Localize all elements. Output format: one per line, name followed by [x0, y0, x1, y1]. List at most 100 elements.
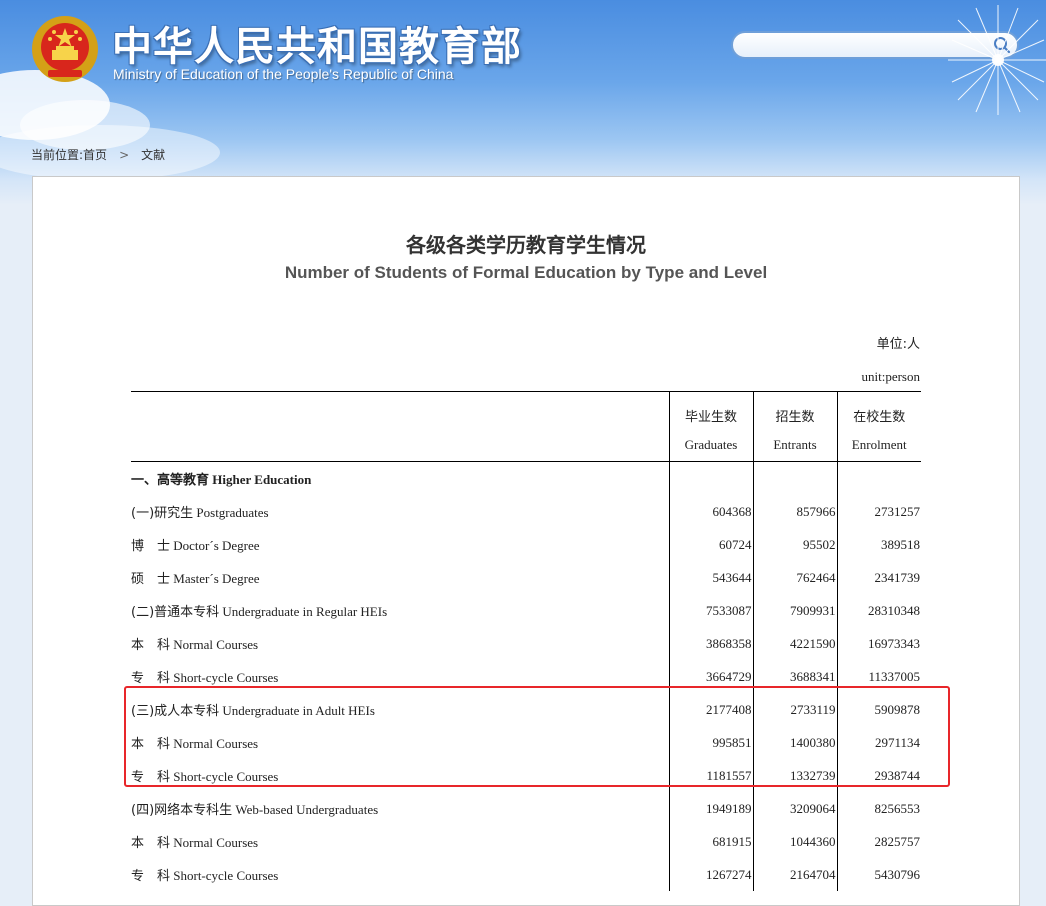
cell-enrolment: 2731257 [836, 495, 921, 528]
column-header-enrolment-cn: 在校生数 [836, 391, 921, 428]
cell-enrolment: 8256553 [836, 792, 921, 825]
table-row: 专 科 Short-cycle Courses 3664729 3688341 … [131, 660, 921, 693]
row-label-cn: 本 科 [131, 836, 171, 851]
table-row: (二)普通本专科 Undergraduate in Regular HEIs 7… [131, 594, 921, 627]
cell-graduates: 1949189 [668, 792, 753, 825]
row-label-cn: 专 科 [131, 869, 171, 884]
row-label: 本 科 Normal Courses [131, 825, 669, 858]
row-label-cn: (四)网络本专科生 [131, 803, 233, 818]
cell-entrants: 7909931 [752, 594, 837, 627]
column-header-graduates-cn: 毕业生数 [668, 391, 753, 428]
row-label: (一)研究生 Postgraduates [131, 495, 669, 528]
cell-enrolment: 11337005 [836, 660, 921, 693]
cell-enrolment: 2938744 [836, 759, 921, 792]
table-row: (一)研究生 Postgraduates 604368 857966 27312… [131, 495, 921, 528]
row-label-en: Short-cycle Courses [173, 670, 279, 685]
row-label-en: Short-cycle Courses [173, 868, 279, 883]
unit-label-en: unit:person [861, 369, 921, 384]
table-row: 硕 士 Master´s Degree 543644 762464 234173… [131, 561, 921, 594]
table-header-empty [131, 428, 669, 462]
cell-enrolment [836, 461, 921, 495]
row-label-en: Short-cycle Courses [173, 769, 279, 784]
row-label: 本 科 Normal Courses [131, 726, 669, 759]
table-header-row: Graduates Entrants Enrolment [131, 428, 921, 462]
breadcrumb-prefix: 当前位置: [31, 148, 84, 162]
row-label: 专 科 Short-cycle Courses [131, 759, 669, 792]
row-label-en: Higher Education [212, 472, 312, 487]
row-label-en: Doctor´s Degree [173, 538, 260, 553]
breadcrumb-documents-link[interactable]: 文献 [141, 146, 165, 163]
cell-enrolment: 2971134 [836, 726, 921, 759]
row-label: 博 士 Doctor´s Degree [131, 528, 669, 561]
column-header-graduates-en: Graduates [668, 428, 753, 462]
row-label: 专 科 Short-cycle Courses [131, 858, 669, 891]
cell-enrolment: 16973343 [836, 627, 921, 660]
cell-graduates: 7533087 [668, 594, 753, 627]
cell-entrants: 4221590 [752, 627, 837, 660]
site-title-cn[interactable]: 中华人民共和国教育部 [112, 14, 522, 72]
row-label-cn: 专 科 [131, 770, 171, 785]
dandelion-decoration-icon [948, 5, 1046, 115]
row-label: 专 科 Short-cycle Courses [131, 660, 669, 693]
row-label-en: Normal Courses [173, 637, 259, 652]
table-row: (三)成人本专科 Undergraduate in Adult HEIs 217… [131, 693, 921, 726]
cell-graduates: 1267274 [668, 858, 753, 891]
cell-graduates: 3664729 [668, 660, 753, 693]
cell-enrolment: 2341739 [836, 561, 921, 594]
cell-entrants: 762464 [752, 561, 837, 594]
site-title-en[interactable]: Ministry of Education of the People's Re… [113, 66, 453, 82]
cell-graduates: 3868358 [668, 627, 753, 660]
row-label-en: Undergraduate in Adult HEIs [222, 703, 375, 718]
row-label-en: Postgraduates [196, 505, 269, 520]
table-row: 本 科 Normal Courses 3868358 4221590 16973… [131, 627, 921, 660]
national-emblem-icon[interactable] [30, 14, 100, 84]
row-label-en: Undergraduate in Regular HEIs [222, 604, 388, 619]
document-title-en: Number of Students of Formal Education b… [284, 263, 768, 282]
table-row: 一、高等教育 Higher Education [131, 461, 921, 496]
cell-entrants [752, 461, 837, 495]
row-label-cn: 一、高等教育 [131, 473, 210, 488]
row-label: (二)普通本专科 Undergraduate in Regular HEIs [131, 594, 669, 627]
column-header-enrolment-en: Enrolment [836, 428, 921, 462]
unit-label-cn: 单位:人 [876, 337, 920, 352]
row-label-cn: 硕 士 [131, 572, 171, 587]
cell-enrolment: 5430796 [836, 858, 921, 891]
content-panel: 各级各类学历教育学生情况 Number of Students of Forma… [32, 176, 1020, 906]
table-row: 专 科 Short-cycle Courses 1181557 1332739 … [131, 759, 921, 792]
cell-graduates: 543644 [668, 561, 753, 594]
row-label-cn: 博 士 [131, 539, 171, 554]
cell-entrants: 3688341 [752, 660, 837, 693]
cell-entrants: 95502 [752, 528, 837, 561]
cell-enrolment: 2825757 [836, 825, 921, 858]
cell-entrants: 2164704 [752, 858, 837, 891]
table-row: 本 科 Normal Courses 681915 1044360 282575… [131, 825, 921, 858]
row-label: 本 科 Normal Courses [131, 627, 669, 660]
row-label-en: Web-based Undergraduates [235, 802, 379, 817]
table-header-row: 毕业生数 招生数 在校生数 [131, 391, 921, 428]
row-label-en: Master´s Degree [173, 571, 260, 586]
row-label-cn: (一)研究生 [131, 506, 194, 521]
column-header-entrants-en: Entrants [752, 428, 837, 462]
row-label-en: Normal Courses [173, 736, 259, 751]
cell-graduates: 1181557 [668, 759, 753, 792]
table-row: (四)网络本专科生 Web-based Undergraduates 19491… [131, 792, 921, 825]
breadcrumb: 当前位置: 首页 > 文献 [31, 146, 165, 163]
cell-graduates: 995851 [668, 726, 753, 759]
site-header: 中华人民共和国教育部 Ministry of Education of the … [0, 0, 1046, 205]
row-label-cn: (三)成人本专科 [131, 704, 220, 719]
cell-graduates: 681915 [668, 825, 753, 858]
cell-entrants: 1400380 [752, 726, 837, 759]
row-label: (四)网络本专科生 Web-based Undergraduates [131, 792, 669, 825]
cell-enrolment: 5909878 [836, 693, 921, 726]
breadcrumb-home-link[interactable]: 首页 [83, 146, 107, 163]
row-label: 一、高等教育 Higher Education [131, 462, 669, 496]
row-label-cn: 本 科 [131, 737, 171, 752]
cell-entrants: 1332739 [752, 759, 837, 792]
row-label-cn: (二)普通本专科 [131, 605, 220, 620]
row-label: 硕 士 Master´s Degree [131, 561, 669, 594]
table-row: 博 士 Doctor´s Degree 60724 95502 389518 [131, 528, 921, 561]
row-label-cn: 专 科 [131, 671, 171, 686]
row-label-en: Normal Courses [173, 835, 259, 850]
table-row: 专 科 Short-cycle Courses 1267274 2164704 … [131, 858, 921, 891]
column-header-entrants-cn: 招生数 [752, 391, 837, 428]
